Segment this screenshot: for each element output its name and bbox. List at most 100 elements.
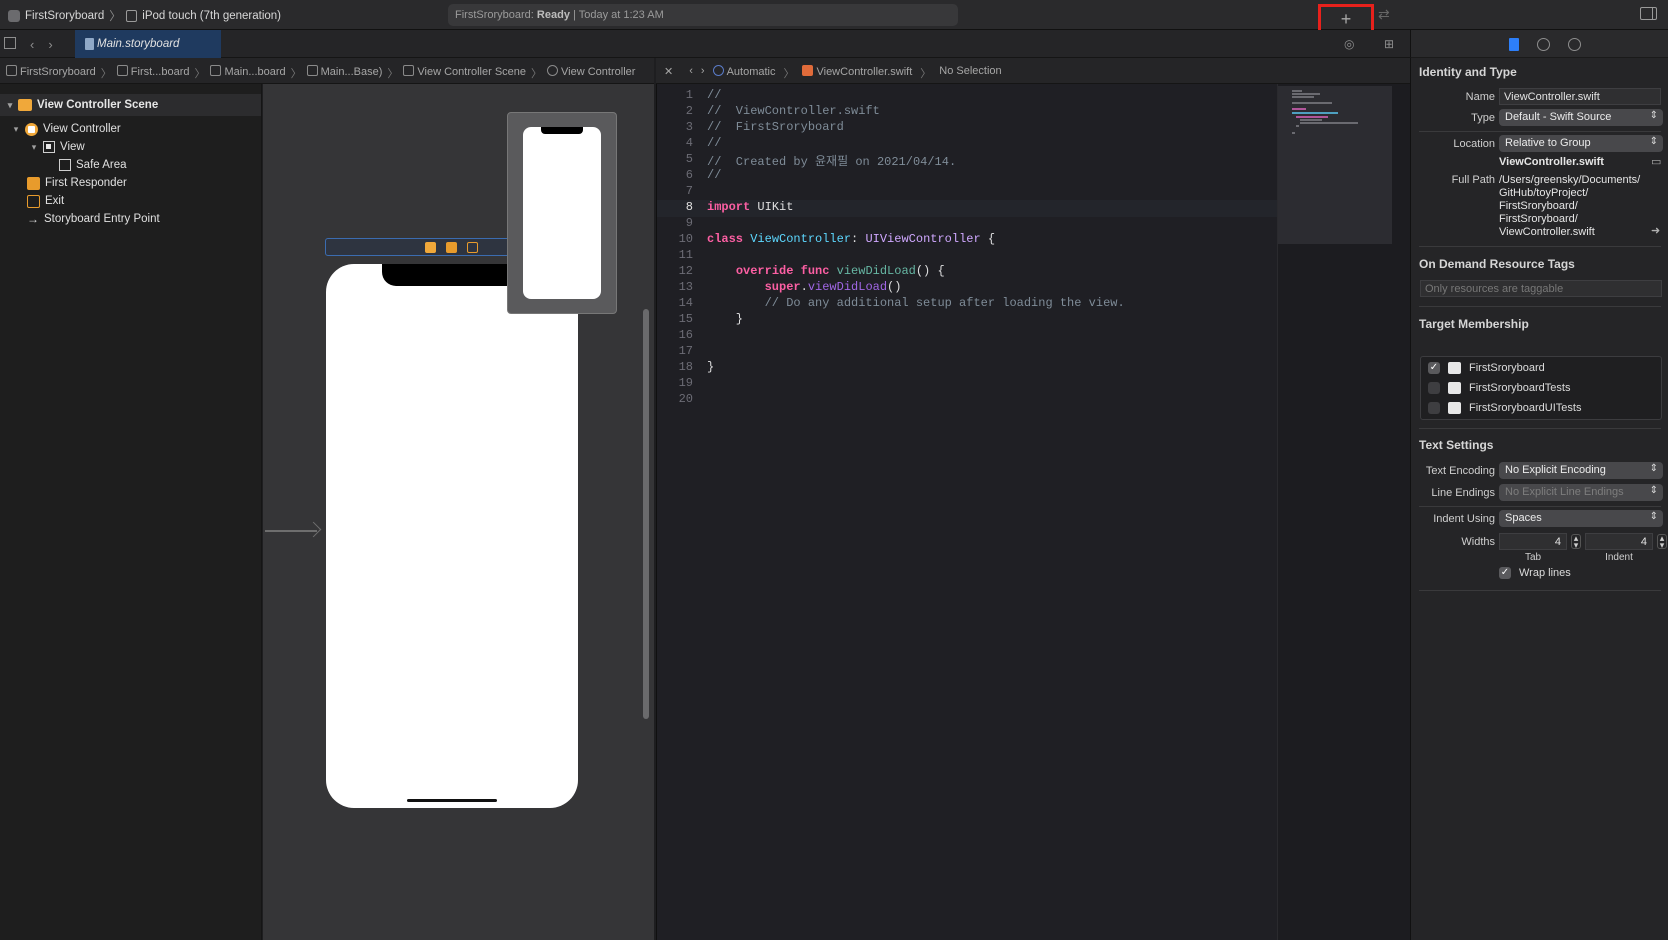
outline-safe-area[interactable]: Safe Area [0, 156, 261, 174]
code-line[interactable]: 18} [657, 360, 1277, 377]
outline-view-controller[interactable]: ▾ View Controller [0, 120, 261, 138]
jump-item-automatic[interactable]: Automatic [712, 65, 775, 78]
indent-using-popup[interactable]: Spaces [1499, 510, 1663, 527]
canvas-minimap[interactable] [507, 112, 617, 314]
jump-item-group[interactable]: First...board [116, 65, 189, 78]
jump-item-selection[interactable]: No Selection [939, 65, 1001, 77]
code-line[interactable]: 2// ViewController.swift [657, 104, 1277, 121]
canvas-scrollbar[interactable] [643, 309, 649, 719]
code-minimap[interactable] [1277, 84, 1410, 940]
back-arrow-icon[interactable]: ‹ [689, 65, 693, 77]
code-line[interactable]: 1// [657, 88, 1277, 105]
encoding-popup[interactable]: No Explicit Encoding [1499, 462, 1663, 479]
minimap-line [1300, 122, 1358, 124]
safe-area-icon [59, 159, 71, 171]
code-line[interactable]: 17 [657, 344, 1277, 361]
toggle-inspector-icon[interactable] [1640, 7, 1657, 20]
exit-icon[interactable] [467, 242, 478, 253]
code-line[interactable]: 9 [657, 216, 1277, 233]
add-editor-icon[interactable]: ⊞ [1384, 37, 1394, 51]
forward-arrow-icon[interactable]: › [701, 65, 705, 77]
code-line[interactable]: 12 override func viewDidLoad() { [657, 264, 1277, 281]
checkbox-unchecked[interactable] [1428, 402, 1440, 414]
full-path-line: /Users/greensky/Documents/ [1499, 174, 1641, 186]
indent-width-field[interactable]: 4 [1585, 533, 1653, 550]
jump-item-file[interactable]: ViewController.swift [802, 65, 912, 78]
full-path-label: Full Path [1451, 174, 1495, 186]
code-line[interactable]: 10 class ViewController: UIViewController… [657, 232, 1277, 249]
disclosure-open-icon[interactable]: ▾ [28, 142, 40, 153]
tab-main-storyboard[interactable]: Main.storyboard [75, 30, 221, 58]
jump-item-base[interactable]: Main...Base) [306, 65, 382, 78]
minimap-line [1292, 108, 1306, 110]
code-line[interactable]: 14 // Do any additional setup after load… [657, 296, 1277, 313]
folder-icon[interactable]: ▭ [1651, 155, 1661, 168]
outline-entry-point[interactable]: → Storyboard Entry Point [0, 210, 261, 228]
device-name[interactable]: iPod touch (7th generation) [142, 10, 281, 22]
code-line[interactable]: 5// Created by 윤재필 on 2021/04/14. [657, 152, 1277, 169]
code-line[interactable]: 4// [657, 136, 1277, 153]
view-controller-canvas[interactable] [326, 264, 578, 808]
storyboard-file-icon [306, 65, 318, 76]
disclosure-open-icon[interactable]: ▾ [4, 100, 16, 111]
first-responder-icon [27, 176, 40, 190]
divider [1419, 428, 1661, 429]
jump-item-view-controller[interactable]: View Controller [547, 65, 635, 78]
related-items-icon[interactable] [4, 37, 16, 49]
disclosure-open-icon[interactable]: ▾ [10, 124, 22, 135]
outline-scene[interactable]: ▾ View Controller Scene [0, 94, 261, 116]
outline-first-responder[interactable]: First Responder [0, 174, 261, 192]
code-line[interactable]: 6// [657, 168, 1277, 185]
code-line[interactable]: 11 [657, 248, 1277, 265]
target-row[interactable]: FirstSroryboardUITests [1428, 399, 1581, 417]
swap-arrows-icon[interactable]: ⇄ [1378, 6, 1390, 23]
name-field[interactable]: ViewController.swift [1499, 88, 1661, 105]
help-inspector-icon[interactable] [1568, 38, 1581, 51]
tab-width-stepper[interactable]: ▴ ▾ [1571, 534, 1581, 550]
code-line[interactable]: 16 [657, 328, 1277, 345]
back-arrow-icon[interactable]: ‹ [30, 37, 34, 52]
code-line[interactable]: 19 [657, 376, 1277, 393]
type-popup[interactable]: Default - Swift Source [1499, 109, 1663, 126]
target-row[interactable]: ✓ FirstSroryboard [1428, 359, 1545, 377]
editor-options-icon[interactable]: ◎ [1344, 37, 1354, 51]
checkbox-unchecked[interactable] [1428, 382, 1440, 394]
tab-width-field[interactable]: 4 [1499, 533, 1567, 550]
view-controller-icon [547, 65, 559, 76]
code-line[interactable]: 20 [657, 392, 1277, 409]
forward-arrow-icon[interactable]: › [48, 37, 52, 52]
entry-point-arrow[interactable] [265, 530, 317, 532]
close-editor-icon[interactable]: ✕ [664, 65, 673, 78]
location-popup[interactable]: Relative to Group [1499, 135, 1663, 152]
scheme-selector[interactable]: FirstSroryboard 〉 iPod touch (7th genera… [8, 7, 281, 24]
indent-width-stepper[interactable]: ▴ ▾ [1657, 534, 1667, 550]
jump-item-storyboard[interactable]: Main...board [210, 65, 286, 78]
code-line[interactable]: 3// FirstSroryboard [657, 120, 1277, 137]
checkbox-checked[interactable]: ✓ [1428, 362, 1440, 374]
wrap-lines-option[interactable]: ✓ Wrap lines [1499, 564, 1571, 582]
code-line[interactable]: 15 } [657, 312, 1277, 329]
checkbox-checked[interactable]: ✓ [1499, 567, 1511, 579]
resource-tags-field[interactable]: Only resources are taggable [1420, 280, 1662, 297]
minimap-line [1296, 116, 1328, 118]
view-controller-icon[interactable] [425, 242, 436, 253]
jump-item-scene[interactable]: View Controller Scene [403, 65, 526, 78]
line-endings-popup[interactable]: No Explicit Line Endings [1499, 484, 1663, 501]
minimap-line [1292, 90, 1302, 92]
file-inspector-icon[interactable] [1509, 38, 1519, 51]
code-line-current[interactable]: 8 import UIKit [657, 200, 1277, 217]
chevron-right-icon: 〉 [920, 68, 932, 80]
history-inspector-icon[interactable] [1537, 38, 1550, 51]
code-editor[interactable]: 1// 2// ViewController.swift 3// FirstSr… [656, 84, 1410, 940]
name-label: Name [1465, 91, 1495, 103]
code-line[interactable]: 13 super.viewDidLoad() [657, 280, 1277, 297]
outline-view[interactable]: ▾ View [0, 138, 261, 156]
minimap-viewport[interactable] [1278, 86, 1392, 244]
first-responder-icon[interactable] [446, 242, 457, 253]
storyboard-canvas[interactable] [263, 84, 654, 940]
reveal-in-finder-icon[interactable]: ➜ [1651, 224, 1660, 237]
outline-exit[interactable]: Exit [0, 192, 261, 210]
target-row[interactable]: FirstSroryboardTests [1428, 379, 1570, 397]
jump-item-project[interactable]: FirstSroryboard [6, 65, 96, 78]
code-line[interactable]: 7 [657, 184, 1277, 201]
